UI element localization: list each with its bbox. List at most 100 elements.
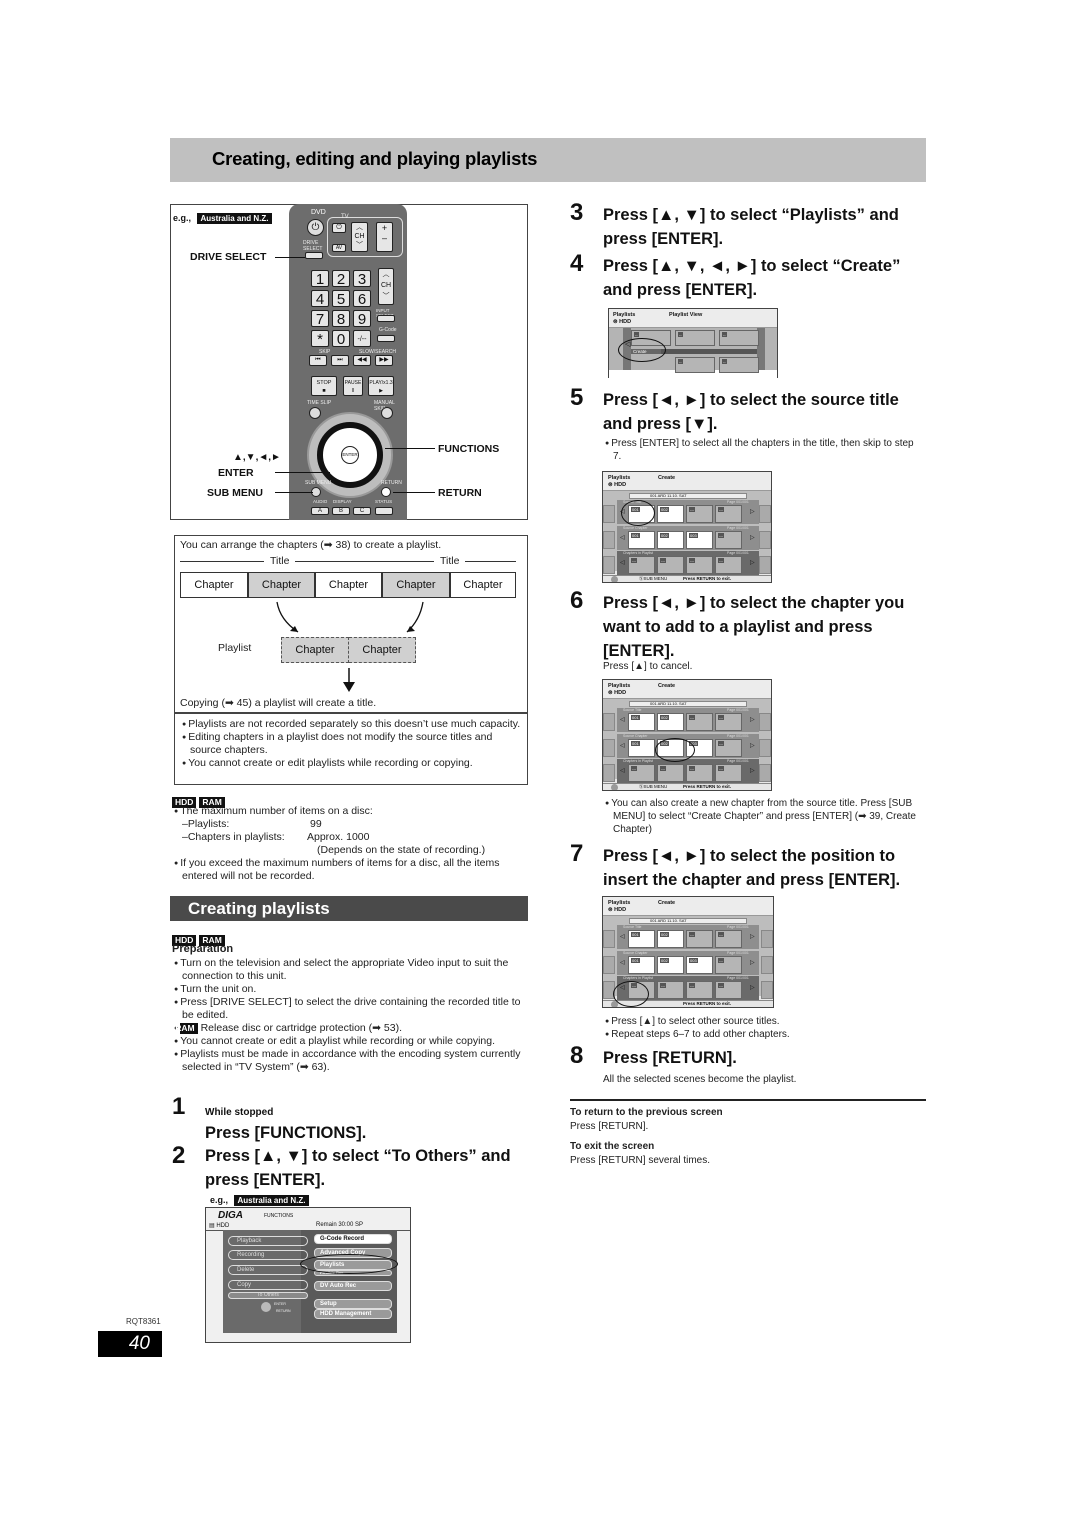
right-arrow-icon[interactable]: ▷ <box>750 534 755 541</box>
right-arrow-icon[interactable]: ▷ <box>750 716 755 723</box>
av-button[interactable]: AV <box>332 244 346 252</box>
thumbnail[interactable]: --- <box>686 505 713 523</box>
menu-copy[interactable]: Copy <box>228 1280 308 1290</box>
key-2[interactable]: 2 <box>332 270 350 288</box>
gcode-button[interactable] <box>377 335 395 342</box>
rewind-button[interactable]: ◀◀ <box>353 355 371 366</box>
key-dash[interactable]: -/-- <box>353 330 371 347</box>
thumbnail[interactable]: 001 <box>628 930 655 948</box>
create-chapter-c-button[interactable]: C <box>353 507 371 515</box>
left-arrow-icon[interactable]: ◁ <box>620 534 625 541</box>
thumbnail[interactable]: --- <box>657 556 684 574</box>
thumbnail[interactable]: --- <box>686 713 713 731</box>
key-9[interactable]: 9 <box>353 310 371 328</box>
thumbnail[interactable]: 001 <box>628 956 655 974</box>
thumbnail[interactable]: --- <box>715 556 742 574</box>
playlist-slot[interactable]: -- <box>719 330 759 346</box>
menu-recording[interactable]: Recording <box>228 1250 308 1260</box>
tv-power-button[interactable]: ⏻ <box>332 223 346 233</box>
thumbnail[interactable]: 002 <box>657 531 684 549</box>
menu-hdd-management[interactable]: HDD Management <box>314 1309 392 1319</box>
volume-button[interactable]: + – <box>376 222 393 252</box>
key-6[interactable]: 6 <box>353 290 371 308</box>
key-star[interactable]: * <box>311 330 329 348</box>
thumbnail[interactable]: 002 <box>657 505 684 523</box>
thumbnail[interactable]: --- <box>686 556 713 574</box>
thumbnail[interactable]: --- <box>628 764 655 782</box>
return-button[interactable] <box>381 487 391 497</box>
right-arrow-icon[interactable]: ▷ <box>750 742 755 749</box>
thumbnail[interactable]: --- <box>686 764 713 782</box>
key-1[interactable]: 1 <box>311 270 329 288</box>
thumbnail[interactable]: --- <box>715 956 742 974</box>
key-7[interactable]: 7 <box>311 310 329 328</box>
key-5[interactable]: 5 <box>332 290 350 308</box>
playlist-slot[interactable]: -- <box>719 357 759 373</box>
enter-button[interactable]: ENTER <box>341 446 359 464</box>
fast-forward-button[interactable]: ▶▶ <box>375 355 393 366</box>
key-3[interactable]: 3 <box>353 270 371 288</box>
thumbnail[interactable]: --- <box>657 764 684 782</box>
thumbnail[interactable]: 002 <box>657 930 684 948</box>
thumbnail[interactable]: 003 <box>686 531 713 549</box>
right-arrow-icon[interactable]: ▷ <box>750 959 755 966</box>
left-arrow-icon[interactable]: ◁ <box>620 742 625 749</box>
audio-a-button[interactable]: A <box>311 507 329 515</box>
thumbnail[interactable]: --- <box>715 713 742 731</box>
thumbnail[interactable]: 003 <box>686 956 713 974</box>
key-4[interactable]: 4 <box>311 290 329 308</box>
menu-playback[interactable]: Playback <box>228 1236 308 1246</box>
time-slip-button[interactable] <box>309 407 321 419</box>
menu-delete[interactable]: Delete <box>228 1265 308 1275</box>
playlist-slot[interactable]: -- <box>675 357 715 373</box>
thumbnail[interactable]: --- <box>686 930 713 948</box>
thumbnail[interactable]: 002 <box>657 956 684 974</box>
left-arrow-icon[interactable]: ◁ <box>620 959 625 966</box>
drive-select-button[interactable] <box>305 252 323 259</box>
right-arrow-icon[interactable]: ▷ <box>750 984 755 991</box>
thumbnail[interactable]: 002 <box>657 713 684 731</box>
skip-forward-button[interactable]: ⏭ <box>331 355 349 366</box>
tv-ch-button[interactable]: ︿ CH ﹀ <box>351 222 368 252</box>
playlist-slot[interactable]: -- <box>675 330 715 346</box>
thumbnail[interactable]: --- <box>715 981 742 999</box>
drive-indicator: ⊜ HDD <box>608 907 627 913</box>
left-arrow-icon[interactable]: ◁ <box>620 767 625 774</box>
thumbnail[interactable]: --- <box>657 981 684 999</box>
thumbnail[interactable]: 001 <box>628 713 655 731</box>
right-arrow-icon[interactable]: ▷ <box>750 508 755 515</box>
thumbnail[interactable]: --- <box>686 981 713 999</box>
manual-skip-button[interactable] <box>381 407 393 419</box>
thumbnail[interactable]: --- <box>715 764 742 782</box>
menu-dv-auto-rec[interactable]: DV Auto Rec <box>314 1281 392 1291</box>
right-arrow-icon[interactable]: ▷ <box>750 559 755 566</box>
step-text: Press [◄, ►] to select the source title … <box>603 391 899 433</box>
right-arrow-icon[interactable]: ▷ <box>750 933 755 940</box>
submenu-hint: ⓈSUB MENU <box>639 784 668 789</box>
play-button[interactable]: PLAY/x1.3 ▶ <box>368 376 394 396</box>
ch-button[interactable]: ︿ CH ﹀ <box>378 268 394 305</box>
thumbnail[interactable]: --- <box>715 505 742 523</box>
skip-back-button[interactable]: ⏮ <box>309 355 327 366</box>
menu-to-others[interactable]: To Others <box>228 1292 308 1299</box>
menu-setup[interactable]: Setup <box>314 1299 392 1309</box>
thumbnail[interactable]: 001 <box>628 739 655 757</box>
left-arrow-icon[interactable]: ◁ <box>620 716 625 723</box>
display-b-button[interactable]: B <box>332 507 350 515</box>
thumbnail[interactable]: 001 <box>628 531 655 549</box>
power-button[interactable]: ⏻ <box>307 219 324 236</box>
pause-button[interactable]: PAUSE II <box>343 376 363 396</box>
input-select-button[interactable] <box>377 315 395 322</box>
menu-gcode-record[interactable]: G-Code Record <box>314 1234 392 1244</box>
key-8[interactable]: 8 <box>332 310 350 328</box>
status-button[interactable] <box>375 507 393 515</box>
key-0[interactable]: 0 <box>332 330 350 348</box>
right-arrow-icon[interactable]: ▷ <box>750 767 755 774</box>
thumbnail[interactable]: --- <box>628 556 655 574</box>
left-arrow-icon[interactable]: ◁ <box>620 559 625 566</box>
thumbnail[interactable]: --- <box>715 531 742 549</box>
thumbnail[interactable]: --- <box>715 930 742 948</box>
stop-button[interactable]: STOP ■ <box>311 376 337 396</box>
thumbnail[interactable]: --- <box>715 739 742 757</box>
left-arrow-icon[interactable]: ◁ <box>620 933 625 940</box>
